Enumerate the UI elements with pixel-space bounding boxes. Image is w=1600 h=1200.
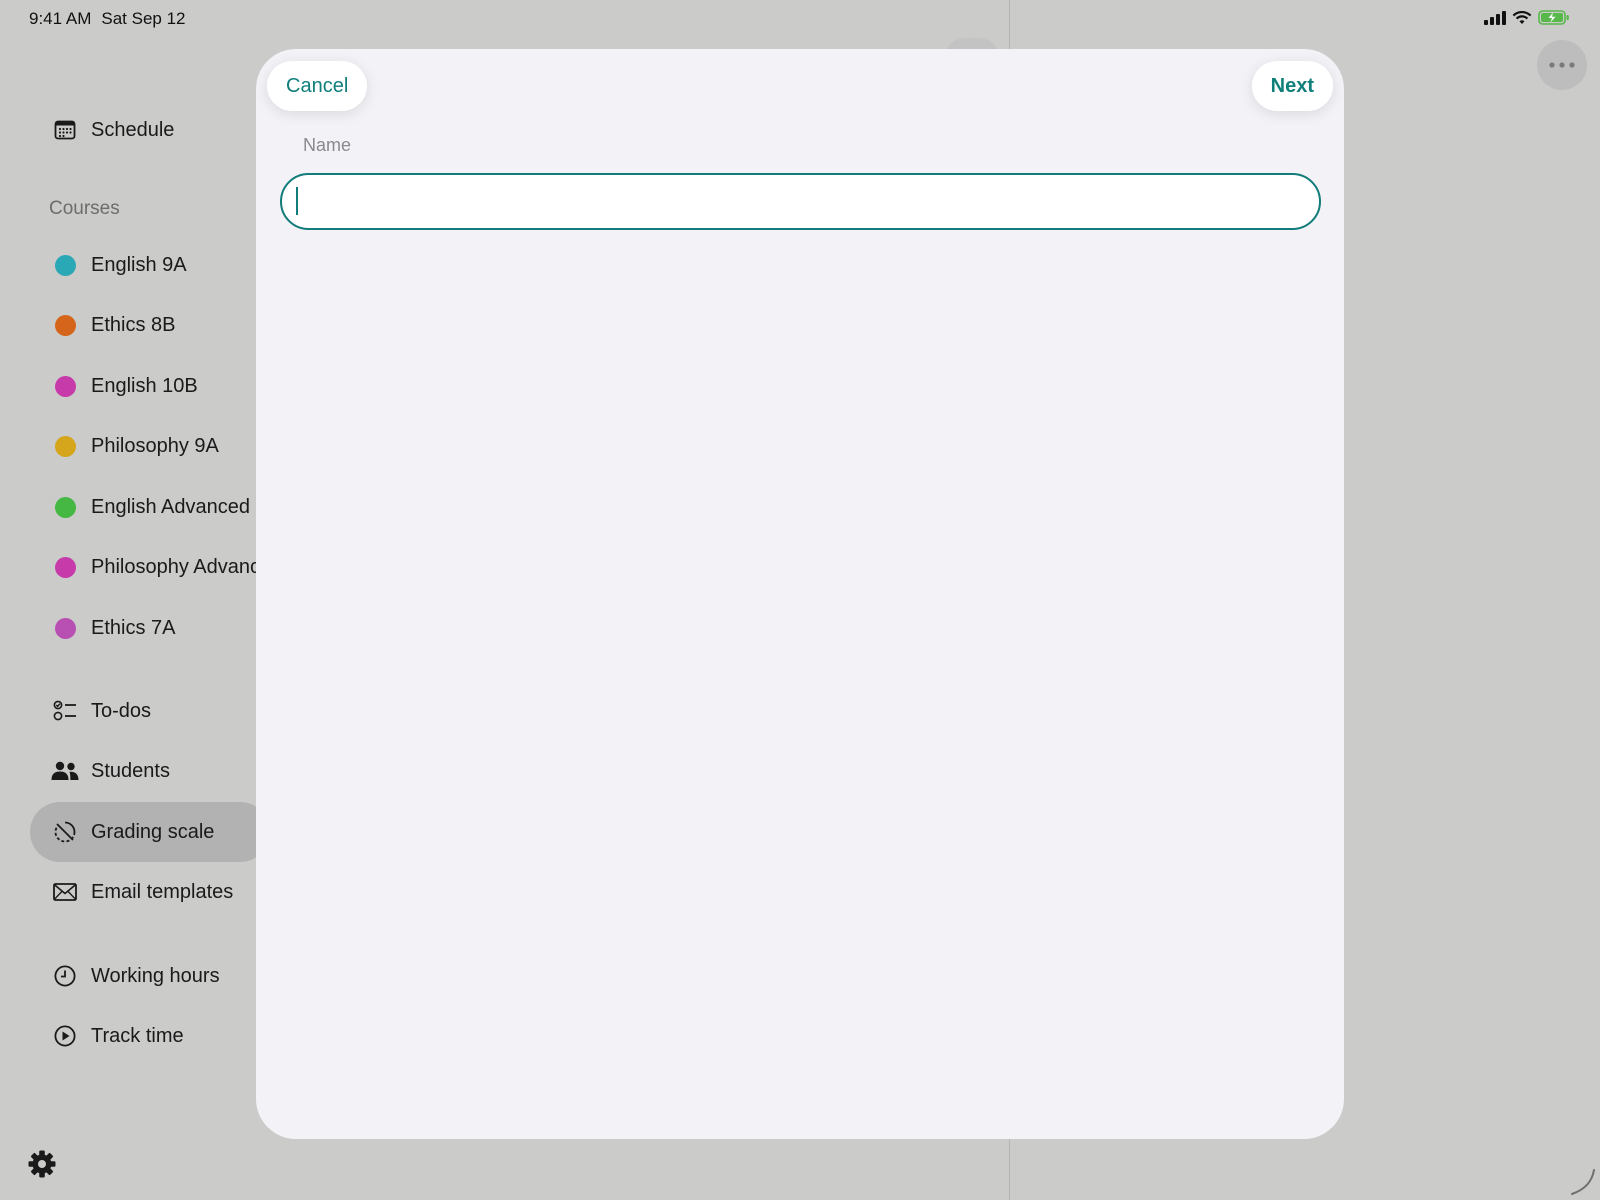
sidebar-item-course[interactable]: English Advanced <box>30 477 270 537</box>
course-color-dot <box>54 496 76 518</box>
course-color-dot <box>54 254 76 276</box>
sidebar-item-label: To-dos <box>91 699 152 722</box>
sidebar-item-course[interactable]: Ethics 8B <box>30 295 270 355</box>
ellipsis-icon <box>1549 62 1575 68</box>
sidebar-item-label: Philosophy Advanc <box>91 555 261 578</box>
battery-charging-icon <box>1538 10 1569 25</box>
clock-icon <box>51 962 79 990</box>
course-color-dot <box>54 375 76 397</box>
grading-scale-icon <box>51 818 79 846</box>
sidebar-item-label: Students <box>91 759 170 782</box>
text-cursor <box>296 187 298 215</box>
sidebar-item-label: Ethics 8B <box>91 313 176 336</box>
sidebar-item-label: English 9A <box>91 253 187 276</box>
checklist-icon <box>51 697 79 725</box>
envelope-icon <box>51 878 79 906</box>
sidebar: Schedule Courses English 9A Ethics 8B En… <box>0 0 270 1200</box>
signal-icon <box>1484 10 1506 25</box>
name-input[interactable] <box>280 173 1321 230</box>
course-color-dot <box>54 314 76 336</box>
sidebar-item-course[interactable]: Philosophy 9A <box>30 416 270 476</box>
sidebar-item-track-time[interactable]: Track time <box>30 1006 270 1066</box>
sidebar-item-label: Grading scale <box>91 820 215 843</box>
sidebar-item-students[interactable]: Students <box>30 741 270 801</box>
sidebar-item-label: English Advanced <box>91 495 251 518</box>
sidebar-item-label: Email templates <box>91 880 234 903</box>
sidebar-item-label: Schedule <box>91 118 175 141</box>
sidebar-item-grading-scale[interactable]: Grading scale <box>30 802 270 862</box>
play-circle-icon <box>51 1022 79 1050</box>
gear-icon[interactable] <box>27 1149 57 1179</box>
courses-section-title: Courses <box>49 198 120 219</box>
status-indicators <box>1484 10 1570 25</box>
sidebar-item-todos[interactable]: To-dos <box>30 681 270 741</box>
resize-handle-icon <box>1566 1166 1596 1196</box>
course-color-dot <box>54 435 76 457</box>
people-icon <box>51 757 79 785</box>
course-color-dot <box>54 556 76 578</box>
cancel-button[interactable]: Cancel <box>267 61 368 111</box>
course-color-dot <box>54 617 76 639</box>
sidebar-item-label: Ethics 7A <box>91 616 176 639</box>
sidebar-item-label: Track time <box>91 1024 184 1047</box>
sidebar-item-label: Working hours <box>91 964 220 987</box>
sidebar-item-label: Philosophy 9A <box>91 434 219 457</box>
sidebar-item-course[interactable]: Ethics 7A <box>30 598 270 658</box>
sidebar-item-label: English 10B <box>91 374 198 397</box>
sidebar-item-course[interactable]: Philosophy Advanc <box>30 537 270 597</box>
name-field-label: Name <box>303 135 352 155</box>
sidebar-item-working-hours[interactable]: Working hours <box>30 946 270 1006</box>
sidebar-item-email-templates[interactable]: Email templates <box>30 862 270 922</box>
sidebar-item-course[interactable]: English 9A <box>30 235 270 295</box>
new-grading-scale-sheet: Cancel Next Name <box>256 49 1344 1139</box>
sidebar-item-schedule[interactable]: Schedule <box>30 100 270 160</box>
sidebar-item-course[interactable]: English 10B <box>30 356 270 416</box>
wifi-icon <box>1512 10 1532 24</box>
more-button[interactable] <box>1537 40 1587 90</box>
calendar-icon <box>51 116 79 144</box>
next-button[interactable]: Next <box>1251 61 1333 111</box>
